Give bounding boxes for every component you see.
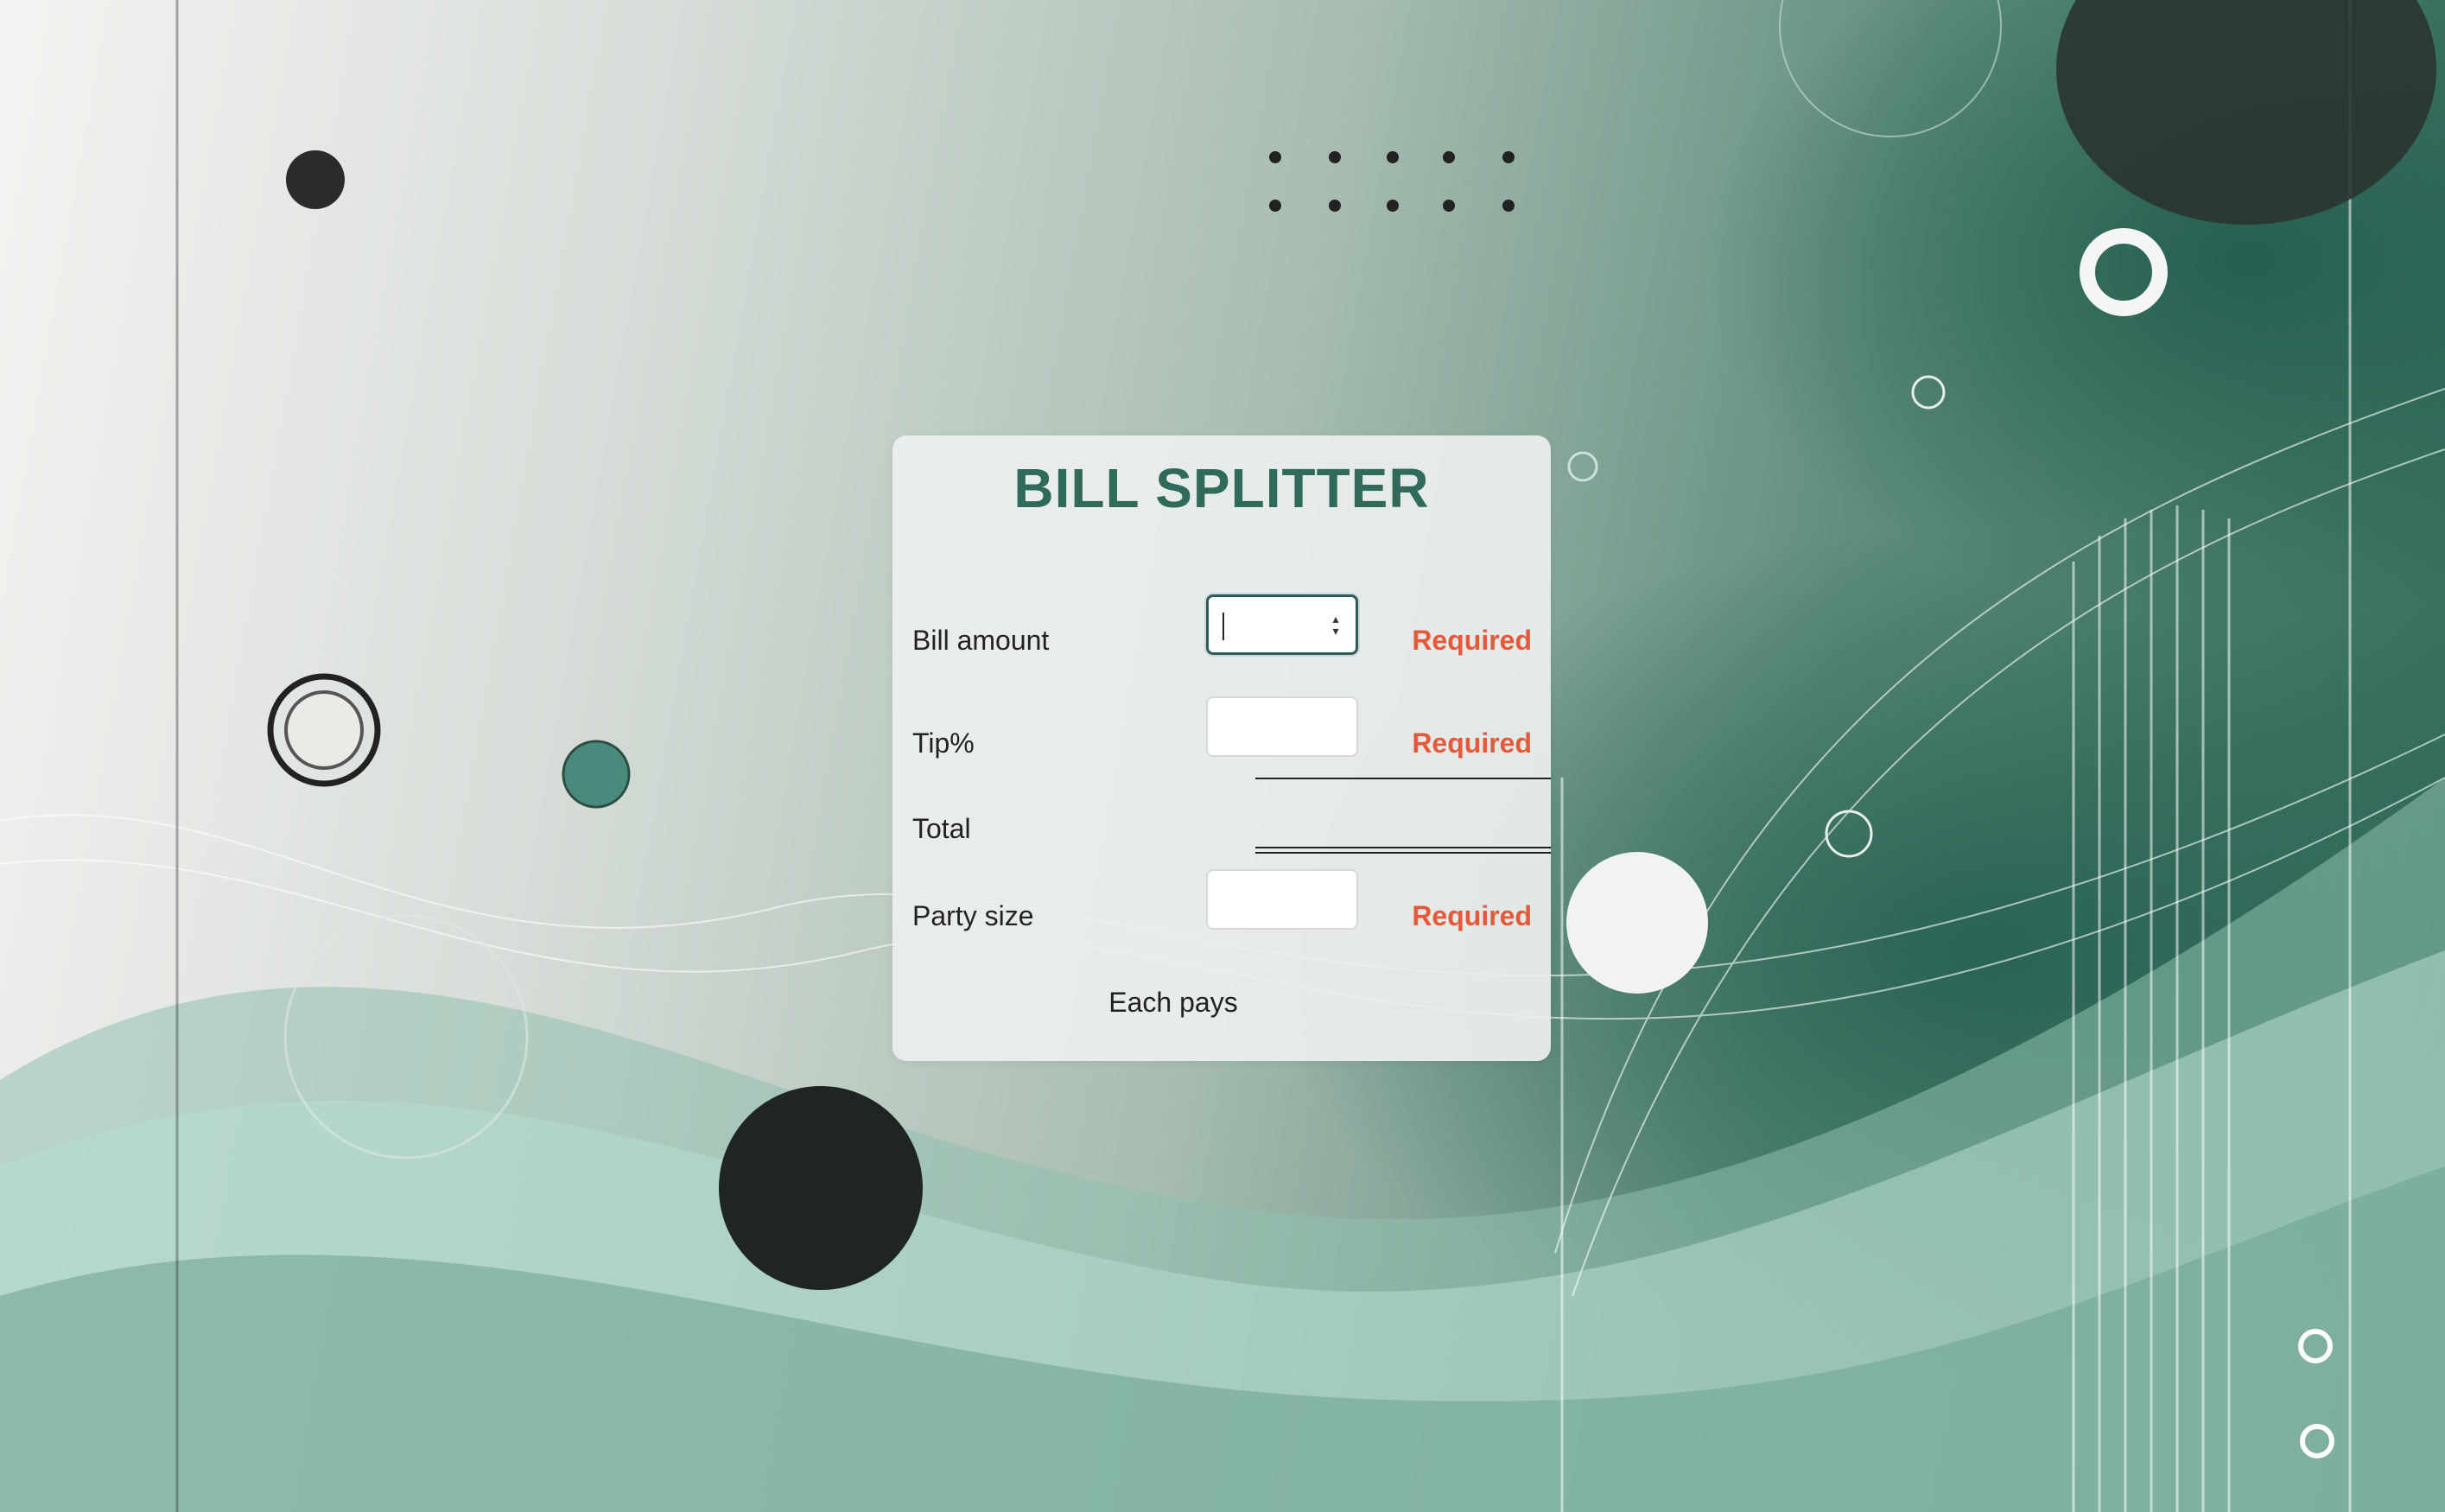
party-size-required: Required bbox=[1412, 900, 1532, 931]
total-value-rule bbox=[1255, 847, 1551, 848]
text-caret bbox=[1222, 613, 1224, 640]
number-spinner-icon[interactable]: ▴ ▾ bbox=[1330, 613, 1342, 640]
tip-required: Required bbox=[1412, 727, 1532, 759]
tip-label: Tip% bbox=[912, 727, 975, 759]
bill-splitter-card: BILL SPLITTER Bill amount ▴ ▾ Required Ti… bbox=[892, 435, 1551, 1061]
total-top-rule bbox=[1255, 778, 1551, 779]
bill-amount-required: Required bbox=[1412, 625, 1532, 656]
bill-amount-label: Bill amount bbox=[912, 625, 1050, 656]
tip-input[interactable] bbox=[1206, 696, 1358, 757]
total-label: Total bbox=[912, 813, 971, 844]
bill-amount-input[interactable]: ▴ ▾ bbox=[1206, 594, 1358, 655]
app-title: BILL SPLITTER bbox=[1013, 457, 1430, 519]
party-size-input[interactable] bbox=[1206, 869, 1358, 930]
each-pays-label: Each pays bbox=[1108, 987, 1238, 1018]
total-value-rule-double bbox=[1255, 852, 1551, 854]
party-size-label: Party size bbox=[912, 900, 1034, 931]
